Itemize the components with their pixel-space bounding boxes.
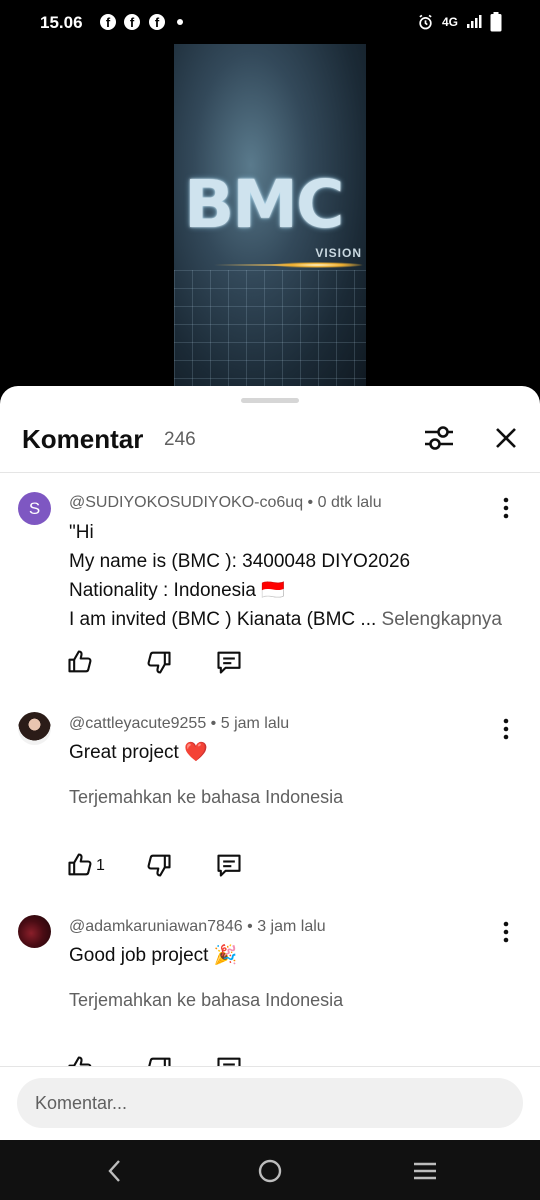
status-indicators: 4G (417, 12, 502, 32)
comment-input-bar (0, 1066, 540, 1140)
meta-separator: • (206, 715, 221, 732)
translate-link[interactable]: Terjemahkan ke bahasa Indonesia (69, 787, 343, 808)
reply-icon[interactable] (215, 648, 243, 676)
translate-link[interactable]: Terjemahkan ke bahasa Indonesia (69, 990, 343, 1011)
drag-handle[interactable] (241, 398, 299, 403)
dislike-icon[interactable] (145, 648, 173, 676)
comment-meta: @SUDIYOKOSUDIYOKO-co6uq • 0 dtk lalu (69, 494, 382, 512)
close-button[interactable] (488, 420, 524, 456)
alarm-icon (419, 14, 432, 29)
comment-body: Great project ❤️ (69, 742, 208, 763)
back-icon[interactable] (100, 1156, 130, 1186)
sliders-icon (425, 426, 453, 450)
read-more-link[interactable]: Selengkapnya (382, 609, 502, 630)
close-icon (496, 428, 516, 448)
status-time: 15.06 (40, 13, 83, 32)
home-icon[interactable] (255, 1156, 285, 1186)
comment-time: 5 jam lalu (220, 715, 290, 732)
comment-author[interactable]: @SUDIYOKOSUDIYOKO-co6uq (69, 494, 303, 511)
navigation-bar (0, 1140, 540, 1200)
video-player[interactable]: BMC VISION (0, 44, 540, 390)
like-icon[interactable] (66, 648, 94, 676)
comments-count: 246 (164, 429, 196, 450)
comment-time: 0 dtk lalu (317, 494, 382, 511)
video-logo-text: BMC (184, 166, 344, 243)
comment-meta: @cattleyacute9255 • 5 jam lalu (69, 715, 289, 733)
comments-sheet: Komentar 246 S @SUDIYOKOSUDIYOKO-co6uq •… (0, 386, 540, 1140)
meta-separator: • (303, 494, 318, 511)
meta-separator: • (242, 918, 258, 935)
video-lens-flare (272, 262, 362, 268)
comment-meta: @adamkaruniawan7846 • 3 jam lalu (69, 918, 326, 936)
more-options-icon[interactable] (496, 717, 516, 741)
video-sub-text: VISION (315, 246, 362, 260)
avatar[interactable]: S (18, 492, 51, 525)
video-grid-pattern (174, 270, 366, 390)
avatar[interactable] (18, 712, 51, 745)
battery-icon (490, 12, 502, 32)
comment-line: "Hi (69, 522, 94, 543)
comment-line: Nationality : Indonesia 🇮🇩 (69, 580, 285, 601)
comment-author[interactable]: @adamkaruniawan7846 (69, 918, 243, 935)
comment-input[interactable] (17, 1078, 523, 1128)
notification-dot-icon (177, 19, 183, 25)
like-icon[interactable] (66, 851, 94, 879)
facebook-icon: f (149, 14, 165, 30)
video-thumbnail[interactable]: BMC VISION (174, 44, 366, 390)
facebook-icon: f (100, 14, 116, 30)
comment-line-text: I am invited (BMC ) Kianata (BMC ... (69, 609, 377, 630)
comment-line: My name is (BMC ): 3400048 DIYO2026 (69, 551, 411, 572)
comments-header: Komentar 246 (0, 410, 540, 472)
recents-icon[interactable] (410, 1156, 440, 1186)
signal-icon (467, 15, 482, 28)
status-bar: 15.06 f f f 4G (0, 0, 540, 44)
more-options-icon[interactable] (496, 496, 516, 520)
comment-body: Good job project 🎉 (69, 945, 238, 966)
more-options-icon[interactable] (496, 920, 516, 944)
facebook-icon: f (124, 14, 140, 30)
comment-line: I am invited (BMC ) Kianata (BMC ... Sel… (69, 605, 502, 634)
filter-button[interactable] (420, 420, 458, 456)
comments-title: Komentar (22, 424, 144, 454)
comment-author[interactable]: @cattleyacute9255 (69, 715, 206, 732)
network-type: 4G (441, 15, 458, 29)
reply-icon[interactable] (215, 851, 243, 879)
header-divider (0, 472, 540, 473)
avatar[interactable] (18, 915, 51, 948)
comment-time: 3 jam lalu (257, 918, 326, 935)
like-count: 1 (96, 857, 105, 874)
dislike-icon[interactable] (145, 851, 173, 879)
comment-body: "Hi My name is (BMC ): 3400048 DIYO2026 … (69, 518, 502, 634)
